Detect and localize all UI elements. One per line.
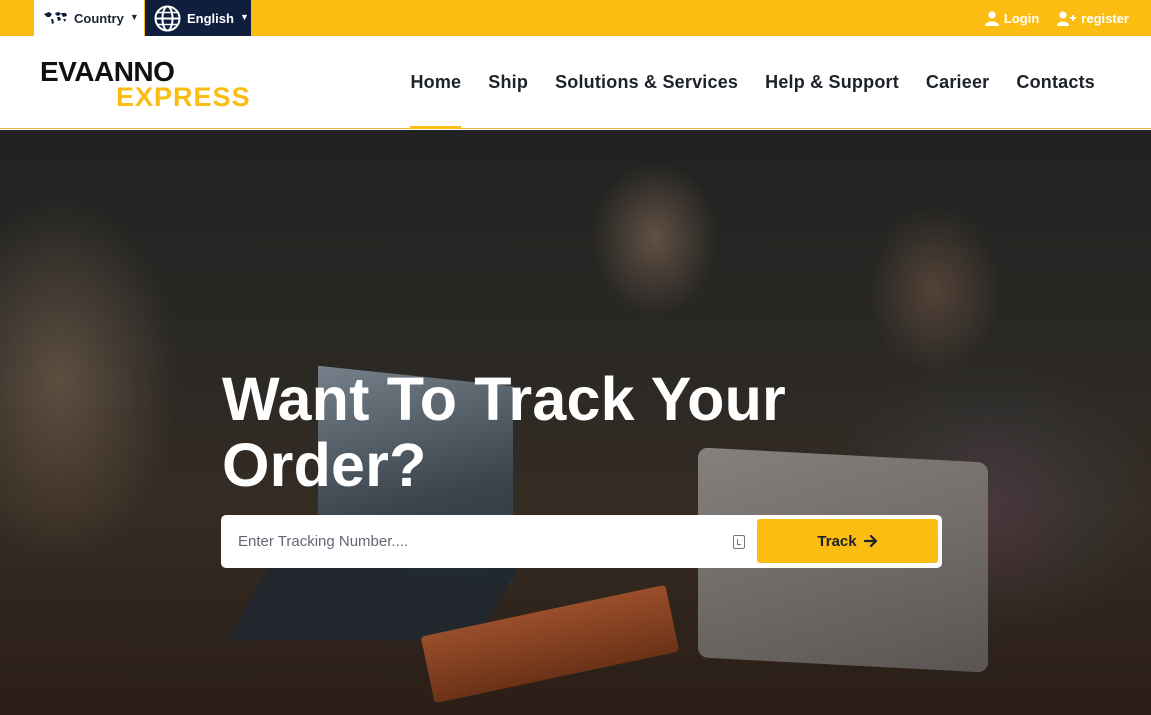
language-selector[interactable]: English ▼ <box>145 0 251 36</box>
user-icon <box>984 10 999 26</box>
nav-solutions-services[interactable]: Solutions & Services <box>555 36 738 129</box>
login-label: Login <box>1003 10 1040 26</box>
nav-careers[interactable]: Carieer <box>926 36 989 129</box>
track-button[interactable]: Track <box>757 519 938 563</box>
globe-icon <box>154 5 181 31</box>
clipboard-icon[interactable] <box>733 535 745 549</box>
nav-contacts[interactable]: Contacts <box>1016 36 1095 129</box>
main-nav: Home Ship Solutions & Services Help & Su… <box>410 36 1151 129</box>
country-selector[interactable]: Country ▼ <box>34 0 144 36</box>
language-label: English <box>187 10 234 26</box>
nav-help-support[interactable]: Help & Support <box>765 36 899 129</box>
nav-home[interactable]: Home <box>410 36 462 129</box>
user-plus-icon <box>1057 10 1077 26</box>
chevron-down-icon: ▼ <box>129 12 139 22</box>
register-label: register <box>1081 10 1129 26</box>
country-label: Country <box>74 10 124 26</box>
register-link[interactable]: register <box>1057 11 1129 26</box>
logo[interactable]: EVAANNO EXPRESS <box>40 58 272 112</box>
login-link[interactable]: Login <box>984 10 1040 26</box>
track-button-label: Track <box>817 532 857 550</box>
top-bar: Country ▼ English ▼ Login register <box>0 0 1151 36</box>
tracking-number-input[interactable] <box>221 515 721 568</box>
auth-links: Login register <box>984 0 1129 36</box>
arrow-right-icon <box>863 535 877 547</box>
world-map-icon <box>44 12 67 24</box>
chevron-down-icon: ▼ <box>239 12 249 22</box>
nav-ship[interactable]: Ship <box>488 36 528 129</box>
tracking-form: Track <box>221 515 942 568</box>
hero-section: Want To Track Your Order? Track <box>0 130 1151 715</box>
main-header: EVAANNO EXPRESS Home Ship Solutions & Se… <box>0 36 1151 129</box>
hero-title: Want To Track Your Order? <box>222 365 786 499</box>
logo-line2: EXPRESS <box>116 82 251 112</box>
